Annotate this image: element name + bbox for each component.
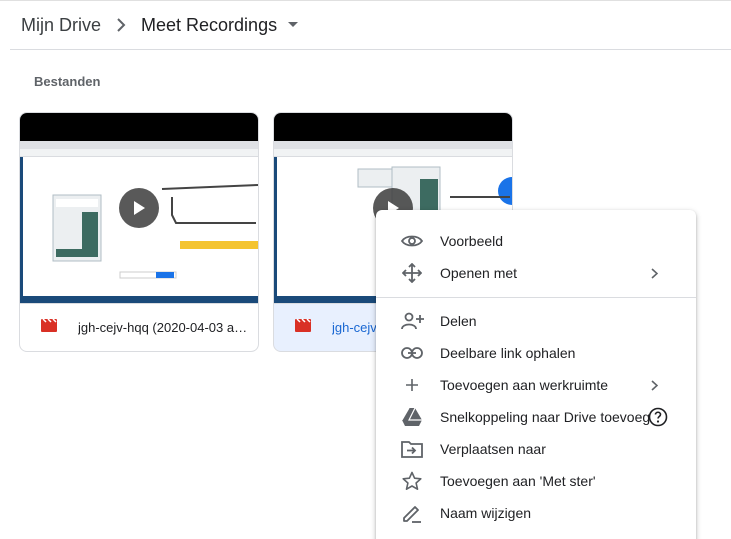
- help-icon[interactable]: [648, 407, 668, 427]
- link-icon: [400, 343, 424, 363]
- menu-item-star[interactable]: Toevoegen aan 'Met ster': [376, 465, 696, 497]
- menu-item-open-with[interactable]: Openen met: [376, 257, 696, 289]
- menu-item-share[interactable]: Delen: [376, 305, 696, 337]
- context-menu: Voorbeeld Openen met Delen Deelbare link…: [376, 210, 696, 539]
- eye-icon: [400, 231, 424, 251]
- chevron-right-icon: [648, 377, 660, 393]
- star-icon: [400, 471, 424, 491]
- move-to-folder-icon: [400, 439, 424, 459]
- menu-item-label: Voorbeeld: [440, 233, 504, 249]
- video-file-icon: [40, 317, 58, 338]
- caret-down-icon[interactable]: [287, 21, 299, 29]
- menu-item-label: Toevoegen aan werkruimte: [440, 377, 609, 393]
- menu-item-label: Snelkoppeling naar Drive toevoegen: [440, 409, 666, 425]
- move-arrows-icon: [400, 263, 424, 283]
- menu-item-label: Openen met: [440, 265, 518, 281]
- menu-item-label: Delen: [440, 313, 477, 329]
- file-name: jgh-cejv-hqq (2020-04-03 a…: [78, 320, 248, 335]
- menu-item-rename[interactable]: Naam wijzigen: [376, 497, 696, 529]
- menu-item-label: Deelbare link ophalen: [440, 345, 576, 361]
- menu-item-label: Naam wijzigen: [440, 505, 532, 521]
- menu-item-add-workspace[interactable]: Toevoegen aan werkruimte: [376, 369, 696, 401]
- play-icon[interactable]: [119, 188, 159, 228]
- drive-shortcut-icon: [400, 407, 424, 427]
- section-title: Bestanden: [34, 74, 101, 89]
- video-thumbnail: [20, 113, 258, 303]
- menu-item-preview[interactable]: Voorbeeld: [376, 225, 696, 257]
- breadcrumb: Mijn Drive Meet Recordings: [0, 1, 731, 49]
- menu-item-move-to[interactable]: Verplaatsen naar: [376, 433, 696, 465]
- chevron-right-icon: [101, 18, 141, 32]
- breadcrumb-root[interactable]: Mijn Drive: [21, 15, 101, 36]
- menu-item-get-link[interactable]: Deelbare link ophalen: [376, 337, 696, 369]
- file-card-footer: jgh-cejv-hqq (2020-04-03 a…: [20, 303, 258, 351]
- menu-item-label: Verplaatsen naar: [440, 441, 546, 457]
- file-card[interactable]: jgh-cejv-hqq (2020-04-03 a…: [19, 112, 259, 352]
- menu-divider: [376, 297, 696, 298]
- breadcrumb-current[interactable]: Meet Recordings: [141, 15, 277, 36]
- chevron-right-icon: [648, 265, 660, 281]
- menu-item-label: Toevoegen aan 'Met ster': [440, 473, 596, 489]
- plus-icon: [400, 375, 424, 395]
- video-file-icon: [294, 317, 312, 338]
- pencil-icon: [400, 503, 424, 523]
- add-person-icon: [400, 311, 424, 331]
- header-divider: [10, 49, 731, 50]
